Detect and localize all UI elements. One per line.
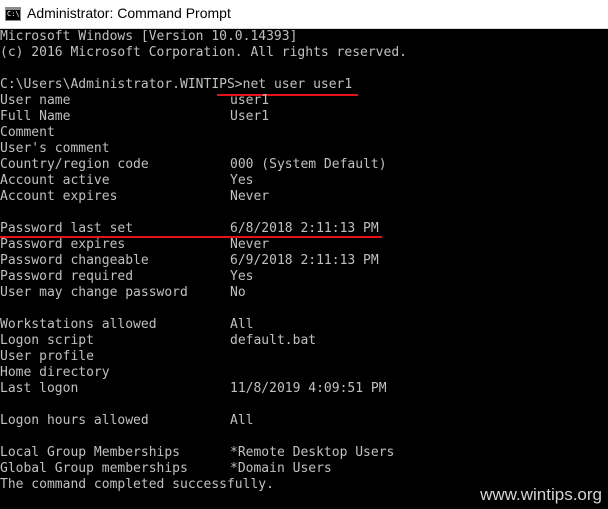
header-version-line: Microsoft Windows [Version 10.0.14393] <box>0 29 298 44</box>
row-label: Account active <box>0 173 110 188</box>
row-value: *Domain Users <box>230 461 332 476</box>
row-label: User's comment <box>0 141 110 156</box>
row-comment: Comment <box>0 125 608 141</box>
row-label: User may change password <box>0 285 188 300</box>
window-title: Administrator: Command Prompt <box>27 5 231 21</box>
row-label: Password last set <box>0 221 134 236</box>
row-value: 11/8/2019 4:09:51 PM <box>230 381 387 396</box>
row-value: No <box>230 285 246 300</box>
row-label: Logon script <box>0 333 94 348</box>
row-label: Global Group memberships <box>0 461 188 476</box>
header-copyright-line: (c) 2016 Microsoft Corporation. All righ… <box>0 45 407 60</box>
row-label: Workstations allowed <box>0 317 157 332</box>
row-country-code: Country/region code 000 (System Default) <box>0 157 608 173</box>
row-logon-script: Logon script default.bat <box>0 333 608 349</box>
row-last-logon: Last logon 11/8/2019 4:09:51 PM <box>0 381 608 397</box>
row-local-group-memberships: Local Group Memberships *Remote Desktop U… <box>0 445 608 461</box>
command-line: C:\Users\Administrator.WINTIPS>net user … <box>0 77 608 93</box>
row-label: Logon hours allowed <box>0 413 149 428</box>
row-value: user1 <box>230 93 270 108</box>
command-text: net user user1 <box>242 77 353 92</box>
row-label: Home directory <box>0 365 110 380</box>
row-user-name: User name user1 <box>0 93 608 109</box>
row-password-last-set: Password last set 6/8/2018 2:11:13 PM <box>0 221 608 237</box>
row-value: All <box>230 413 254 428</box>
row-user-may-change-password: User may change password No <box>0 285 608 301</box>
row-account-active: Account active Yes <box>0 173 608 189</box>
row-password-expires: Password expires Never <box>0 237 608 253</box>
row-full-name: Full Name User1 <box>0 109 608 125</box>
cmd-icon: C:\ <box>5 7 21 21</box>
row-label: Full Name <box>0 109 71 124</box>
row-value: Never <box>230 189 270 204</box>
row-global-group-memberships: Global Group memberships *Domain Users <box>0 461 608 477</box>
row-label: User name <box>0 93 71 108</box>
row-account-expires: Account expires Never <box>0 189 608 205</box>
row-user-profile: User profile <box>0 349 608 365</box>
row-value: 6/9/2018 2:11:13 PM <box>230 253 379 268</box>
row-label: User profile <box>0 349 94 364</box>
row-label: Local Group Memberships <box>0 445 181 460</box>
row-users-comment: User's comment <box>0 141 608 157</box>
row-value: Yes <box>230 173 254 188</box>
row-label: Password expires <box>0 237 126 252</box>
row-value: *Remote Desktop Users <box>230 445 395 460</box>
row-label: Password required <box>0 269 134 284</box>
row-label: Last logon <box>0 381 79 396</box>
row-password-required: Password required Yes <box>0 269 608 285</box>
row-label: Comment <box>0 125 55 140</box>
row-home-directory: Home directory <box>0 365 608 381</box>
row-value: User1 <box>230 109 270 124</box>
row-value: 6/8/2018 2:11:13 PM <box>230 221 379 236</box>
row-value: Never <box>230 237 270 252</box>
row-workstations-allowed: Workstations allowed All <box>0 317 608 333</box>
row-value: Yes <box>230 269 254 284</box>
prompt-text: C:\Users\Administrator.WINTIPS> <box>0 77 243 92</box>
row-password-changeable: Password changeable 6/9/2018 2:11:13 PM <box>0 253 608 269</box>
row-logon-hours-allowed: Logon hours allowed All <box>0 413 608 429</box>
row-label: Account expires <box>0 189 118 204</box>
title-bar[interactable]: C:\ Administrator: Command Prompt <box>0 0 608 29</box>
row-label: Password changeable <box>0 253 149 268</box>
row-value: default.bat <box>230 333 317 348</box>
row-label: Country/region code <box>0 157 149 172</box>
row-value: 000 (System Default) <box>230 157 387 172</box>
watermark: www.wintips.org <box>480 485 602 504</box>
row-value: All <box>230 317 254 332</box>
console-output[interactable]: Microsoft Windows [Version 10.0.14393] (… <box>0 29 608 509</box>
